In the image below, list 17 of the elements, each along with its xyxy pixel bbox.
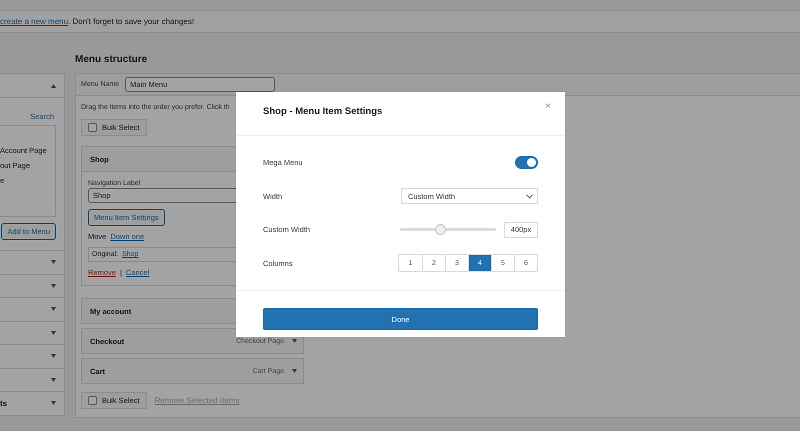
section-heading: Menu structure	[75, 54, 148, 67]
accordion-section[interactable]: ts	[0, 392, 65, 416]
toggle-switch[interactable]	[515, 156, 538, 170]
dialog-title: Shop - Menu Item Settings	[263, 106, 382, 117]
checkbox[interactable]	[88, 123, 97, 132]
accordion-section[interactable]	[0, 345, 65, 368]
accordion-section[interactable]	[0, 298, 65, 322]
accordion-section[interactable]	[0, 274, 65, 298]
section-title: ts	[0, 398, 8, 408]
accordion-section[interactable]	[0, 322, 65, 345]
slider-thumb[interactable]	[435, 224, 446, 236]
chevron-down-icon	[526, 194, 533, 199]
accordion-section[interactable]	[0, 368, 65, 392]
create-menu-link[interactable]: create a new menu	[0, 17, 68, 26]
notice-text: create a new menu. Don't forget to save your changes!	[0, 17, 194, 26]
checkbox[interactable]	[88, 396, 97, 405]
accordion-section[interactable]	[0, 251, 65, 274]
